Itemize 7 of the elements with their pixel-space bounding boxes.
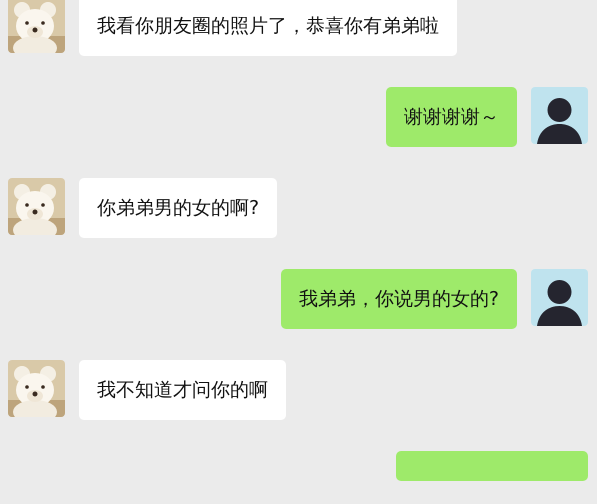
avatar-icon[interactable] [531,269,588,326]
message-bubble: 我弟弟，你说男的女的? [280,269,517,329]
message-bubble: 我看你朋友圈的照片了，恭喜你有弟弟啦 [79,0,457,56]
message-bubble: 谢谢谢谢～ [386,87,517,147]
avatar-icon[interactable] [531,87,588,144]
message-bubble: 我不知道才问你的啊 [79,360,286,420]
message-bubble: 你弟弟男的女的啊? [79,178,278,238]
